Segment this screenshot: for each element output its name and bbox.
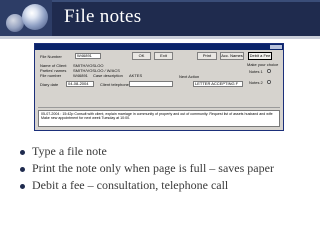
label-case-description: Case description [93,73,123,78]
decorative-logo [0,0,52,36]
print-button[interactable]: Print [197,52,217,60]
file-notes-window: File Number W46891 OK Exit Print Acc. Na… [34,43,284,131]
note-line: Make new appointment for next week Tuesd… [41,116,131,120]
notes-2-label: Notes 2 [249,80,263,85]
window-controls[interactable] [270,45,282,49]
bullet-list: Type a file note Print the note only whe… [20,143,310,194]
label-client-telephone: Client telephone [100,82,129,87]
window-titlebar [35,44,283,50]
bullet-item: Print the note only when page is full – … [20,160,310,177]
notes-textarea[interactable]: 05-07-2004 : 15:42p Consult with client,… [38,110,280,127]
title-banner: File notes [0,0,320,36]
bullet-item: Debit a fee – consultation, telephone ca… [20,177,310,194]
notes-1-radio[interactable] [267,69,271,73]
divider [38,107,280,108]
make-choice-label: Make your choice [247,62,279,67]
acc-names-button[interactable]: Acc. Names [220,52,244,60]
exit-button[interactable]: Exit [154,52,173,60]
title-underline [0,36,320,39]
notes-1-label: Notes 1 [249,69,263,74]
bullet-icon [20,149,25,155]
next-action-select[interactable]: LETTER ACCEPTING F [193,81,243,87]
case-description-value: AKTES [129,73,143,78]
slide: File notes File Number W46891 OK Exit Pr… [0,0,320,240]
file-number-input[interactable]: W46891 [75,53,101,59]
bullet-text: Print the note only when page is full – … [32,161,274,175]
label-file-number: File Number [40,54,62,59]
diary-date-input[interactable]: 04-08-2004 [66,81,94,87]
bullet-icon [20,183,25,189]
bullet-text: Type a file note [32,144,107,158]
label-next-action: Next Action [179,74,200,79]
slide-title: File notes [64,6,142,27]
ok-button[interactable]: OK [132,52,151,60]
bullet-item: Type a file note [20,143,310,160]
debit-fee-button[interactable]: Debit a Fee [248,52,272,60]
bullet-text: Debit a fee – consultation, telephone ca… [32,178,229,192]
client-telephone-input[interactable] [129,81,173,87]
orb-icon [22,4,48,30]
label-diary-date: Diary date [40,82,59,87]
file-number-value: W46891 [73,73,88,78]
notes-2-radio[interactable] [267,80,271,84]
bullet-icon [20,166,25,172]
label-file-number-2: File number [40,73,62,78]
